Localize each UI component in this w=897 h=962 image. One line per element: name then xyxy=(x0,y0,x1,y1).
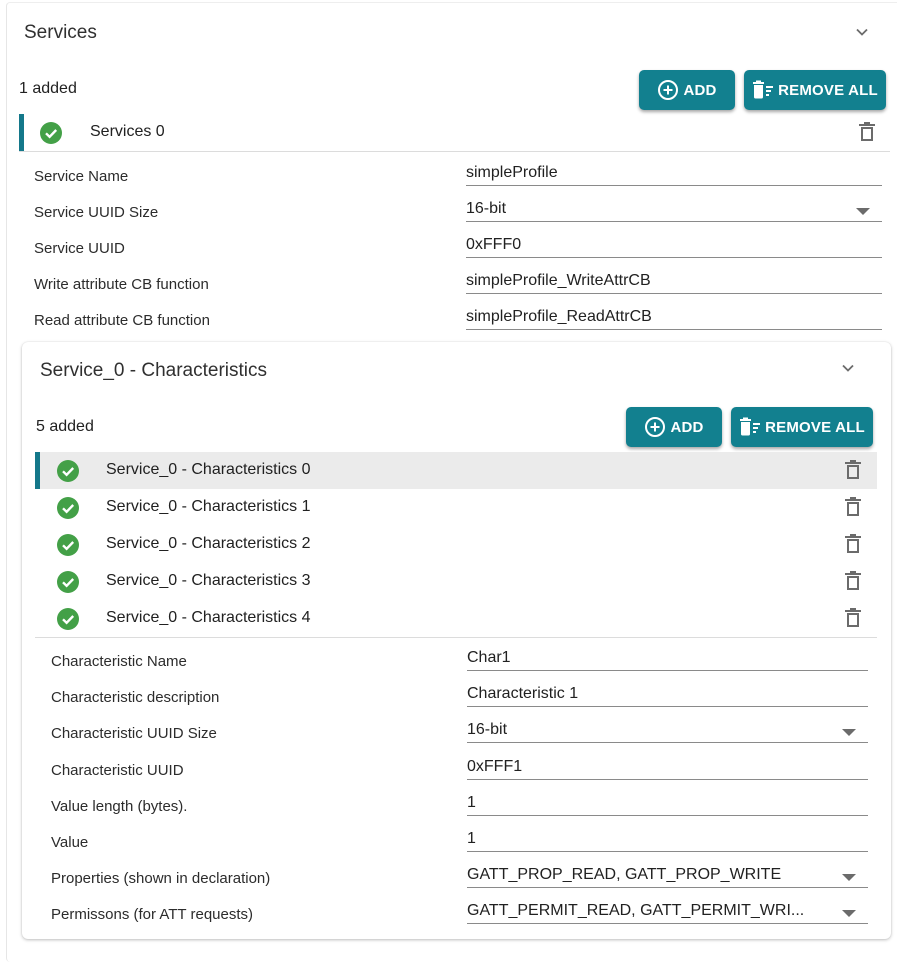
service-uuid-size-label: Service UUID Size xyxy=(34,204,159,221)
characteristic-item-label: Service_0 - Characteristics 4 xyxy=(106,609,311,626)
characteristic-list-item[interactable]: Service_0 - Characteristics 4 xyxy=(35,600,877,637)
characteristic-item-label: Service_0 - Characteristics 1 xyxy=(106,498,311,515)
characteristics-title: Service_0 - Characteristics xyxy=(40,360,268,381)
selected-indicator xyxy=(35,452,40,489)
service-list-item[interactable]: Services 0 xyxy=(19,114,890,151)
add-circle-icon xyxy=(645,417,666,437)
char-name-input[interactable]: Char1 xyxy=(467,647,868,671)
service-name-label: Service Name xyxy=(34,168,129,185)
check-circle-icon xyxy=(57,534,79,556)
read-cb-input[interactable]: simpleProfile_ReadAttrCB xyxy=(466,306,882,330)
char-uuid-input[interactable]: 0xFFF1 xyxy=(467,756,868,780)
service-uuid-size-select[interactable]: 16-bit xyxy=(466,198,882,222)
dropdown-arrow-icon xyxy=(842,729,856,736)
trash-icon[interactable] xyxy=(845,608,861,628)
check-circle-icon xyxy=(57,608,79,630)
char-uuid-size-select[interactable]: 16-bit xyxy=(467,719,868,743)
value-length-input[interactable]: 1 xyxy=(467,792,868,816)
service-name-input[interactable]: simpleProfile xyxy=(466,162,882,186)
selected-indicator xyxy=(19,114,24,151)
value-input[interactable]: 1 xyxy=(467,828,868,852)
check-circle-icon xyxy=(57,460,79,482)
write-cb-input[interactable]: simpleProfile_WriteAttrCB xyxy=(466,270,882,294)
chevron-down-icon[interactable] xyxy=(840,360,856,376)
remove-all-services-button[interactable]: REMOVE ALL xyxy=(744,70,886,110)
value-length-label: Value length (bytes). xyxy=(51,798,188,815)
add-circle-icon xyxy=(658,80,679,100)
divider xyxy=(35,637,877,638)
service-uuid-label: Service UUID xyxy=(34,240,125,257)
char-uuid-size-label: Characteristic UUID Size xyxy=(51,725,217,742)
char-name-label: Characteristic Name xyxy=(51,653,187,670)
services-title: Services xyxy=(24,22,97,43)
characteristics-count: 5 added xyxy=(36,418,94,435)
char-description-label: Characteristic description xyxy=(51,689,220,706)
trash-icon[interactable] xyxy=(859,122,875,142)
add-service-button[interactable]: ADD xyxy=(639,70,735,110)
permissions-label: Permissons (for ATT requests) xyxy=(51,906,254,923)
characteristic-list-item[interactable]: Service_0 - Characteristics 3 xyxy=(35,563,877,600)
trash-icon[interactable] xyxy=(845,534,861,554)
properties-label: Properties (shown in declaration) xyxy=(51,870,271,887)
read-cb-label: Read attribute CB function xyxy=(34,312,210,329)
trash-icon[interactable] xyxy=(845,497,861,517)
remove-all-services-label: REMOVE ALL xyxy=(778,81,878,99)
chevron-down-icon[interactable] xyxy=(854,24,870,40)
check-circle-icon xyxy=(40,122,62,144)
char-description-input[interactable]: Characteristic 1 xyxy=(467,683,868,707)
dropdown-arrow-icon xyxy=(856,208,870,215)
trash-icon[interactable] xyxy=(845,460,861,480)
properties-select[interactable]: GATT_PROP_READ, GATT_PROP_WRITE xyxy=(467,864,868,888)
services-count: 1 added xyxy=(19,80,77,97)
dropdown-arrow-icon xyxy=(842,874,856,881)
check-circle-icon xyxy=(57,571,79,593)
characteristic-item-label: Service_0 - Characteristics 3 xyxy=(106,572,311,589)
delete-sweep-icon xyxy=(753,80,774,99)
permissions-select[interactable]: GATT_PERMIT_READ, GATT_PERMIT_WRI... xyxy=(467,900,868,924)
char-uuid-label: Characteristic UUID xyxy=(51,762,184,779)
characteristic-list-item[interactable]: Service_0 - Characteristics 2 xyxy=(35,526,877,563)
add-characteristic-label: ADD xyxy=(670,418,704,436)
characteristic-list-item[interactable]: Service_0 - Characteristics 0 xyxy=(35,452,877,489)
write-cb-label: Write attribute CB function xyxy=(34,276,209,293)
delete-sweep-icon xyxy=(740,417,761,436)
trash-icon[interactable] xyxy=(845,571,861,591)
service-uuid-input[interactable]: 0xFFF0 xyxy=(466,234,882,258)
add-characteristic-button[interactable]: ADD xyxy=(626,407,722,447)
service-item-label: Services 0 xyxy=(90,123,165,140)
dropdown-arrow-icon xyxy=(842,910,856,917)
characteristic-item-label: Service_0 - Characteristics 2 xyxy=(106,535,311,552)
divider xyxy=(19,151,890,152)
value-label: Value xyxy=(51,834,89,851)
check-circle-icon xyxy=(57,497,79,519)
characteristic-list-item[interactable]: Service_0 - Characteristics 1 xyxy=(35,489,877,526)
add-service-label: ADD xyxy=(683,81,717,99)
remove-all-characteristics-button[interactable]: REMOVE ALL xyxy=(731,407,873,447)
characteristic-item-label: Service_0 - Characteristics 0 xyxy=(106,461,311,478)
remove-all-characteristics-label: REMOVE ALL xyxy=(765,418,865,436)
